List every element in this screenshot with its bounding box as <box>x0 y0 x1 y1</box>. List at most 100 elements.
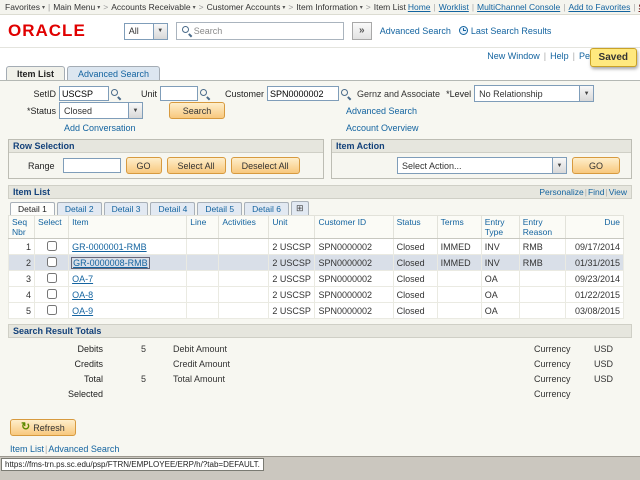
line-cell <box>186 302 220 319</box>
column-header-seq-nbr[interactable]: Seq Nbr <box>7 215 36 239</box>
separator: | <box>605 187 608 197</box>
item-action-go-button[interactable]: GO <box>572 157 620 174</box>
grid-view-link[interactable]: View <box>609 187 627 197</box>
last-search-results-label: Last Search Results <box>470 26 552 36</box>
seq-cell: 3 <box>7 270 36 287</box>
select-all-button[interactable]: Select All <box>166 157 226 174</box>
totals-currency-value: USD <box>594 373 614 384</box>
breadcrumb-item[interactable]: Accounts Receivable ▾ <box>111 2 195 12</box>
favorites-menu[interactable]: Favorites ▾ <box>5 2 45 12</box>
tab-detail-4[interactable]: Detail 4 <box>150 202 196 215</box>
level-label: *Level <box>446 88 472 99</box>
portal-link-worklist[interactable]: Worklist <box>439 2 469 12</box>
terms-cell <box>436 286 482 303</box>
breadcrumb-item[interactable]: Customer Accounts ▾ <box>207 2 286 12</box>
range-go-button[interactable]: GO <box>125 157 162 174</box>
last-search-results-link[interactable]: Last Search Results <box>458 26 552 36</box>
column-header-unit[interactable]: Unit <box>268 215 316 239</box>
select-cell <box>34 302 70 319</box>
due-cell: 01/22/2015 <box>564 286 625 303</box>
item-link[interactable]: GR-0000001-RMB <box>72 242 147 252</box>
advanced-search-link[interactable]: Advanced Search <box>346 106 417 116</box>
unit-cell: 2 USCSP <box>268 302 316 319</box>
portal-link-home[interactable]: Home <box>408 2 431 12</box>
portal-link-multichannel-console[interactable]: MultiChannel Console <box>477 2 560 12</box>
item-action-select[interactable]: Select Action... ▼ <box>397 157 567 174</box>
search-scope-select[interactable]: All ▼ <box>123 22 168 40</box>
customer-name: Gernz and Associate <box>357 88 441 99</box>
item-link[interactable]: OA-8 <box>72 290 93 300</box>
tab-detail-5[interactable]: Detail 5 <box>197 202 243 215</box>
tab-detail-1[interactable]: Detail 1 <box>10 202 55 215</box>
column-header-terms[interactable]: Terms <box>436 215 482 239</box>
global-search-input[interactable] <box>193 26 340 36</box>
utility-link-new-window[interactable]: New Window <box>487 51 540 61</box>
footer-advanced-search-link[interactable]: Advanced Search <box>48 444 119 454</box>
column-header-item[interactable]: Item <box>68 215 188 239</box>
chevron-down-icon[interactable]: ▼ <box>152 23 167 39</box>
refresh-button[interactable]: ↻ Refresh <box>10 419 76 436</box>
tab-advanced-search[interactable]: Advanced Search <box>67 66 161 80</box>
totals-label: Credits <box>74 358 103 369</box>
separator: | <box>45 444 48 454</box>
customer-input[interactable] <box>267 86 339 101</box>
unit-input[interactable] <box>160 86 198 101</box>
item-link[interactable]: GR-0000008-RMB <box>71 256 150 269</box>
breadcrumb-item[interactable]: Item List <box>374 2 406 12</box>
row-checkbox[interactable] <box>46 288 57 299</box>
tab-detail-2[interactable]: Detail 2 <box>56 202 102 215</box>
level-select[interactable]: No Relationship ▼ <box>474 85 595 102</box>
chevron-down-icon[interactable]: ▼ <box>579 86 594 101</box>
add-conversation-link[interactable]: Add Conversation <box>64 123 136 133</box>
search-button[interactable]: Search <box>169 102 225 119</box>
column-header-activities[interactable]: Activities <box>218 215 270 239</box>
range-input[interactable] <box>62 158 121 173</box>
deselect-all-button[interactable]: Deselect All <box>230 157 300 174</box>
column-header-select[interactable]: Select <box>34 215 70 239</box>
item-link[interactable]: OA-7 <box>72 274 93 284</box>
tab-item-list[interactable]: Item List <box>6 66 66 80</box>
tab-detail-3[interactable]: Detail 3 <box>103 202 149 215</box>
column-header-status[interactable]: Status <box>392 215 438 239</box>
item-link[interactable]: OA-9 <box>72 306 93 316</box>
unit-lookup-icon[interactable] <box>200 88 210 99</box>
line-cell <box>186 270 220 287</box>
setid-lookup-icon[interactable] <box>111 88 121 99</box>
breadcrumb-item[interactable]: Main Menu ▾ <box>53 2 100 12</box>
grid-personalize-link[interactable]: Personalize <box>539 187 583 197</box>
separator: | <box>572 51 575 61</box>
row-checkbox[interactable] <box>46 240 57 251</box>
search-go-button[interactable]: » <box>351 22 372 40</box>
column-header-line[interactable]: Line <box>186 215 220 239</box>
tab-detail-6[interactable]: Detail 6 <box>244 202 289 215</box>
advanced-search-header-link[interactable]: Advanced Search <box>380 26 451 36</box>
totals-currency-value: USD <box>594 358 614 369</box>
seq-cell: 4 <box>7 286 36 303</box>
range-label: Range <box>28 160 55 171</box>
setid-input[interactable] <box>59 86 109 101</box>
customer-lookup-icon[interactable] <box>341 88 351 99</box>
utility-link-help[interactable]: Help <box>550 51 569 61</box>
account-overview-link[interactable]: Account Overview <box>346 123 419 133</box>
footer-item-list-link[interactable]: Item List <box>10 444 44 454</box>
breadcrumb: Favorites ▾ | Main Menu ▾ > Accounts Receivabl… <box>5 2 406 12</box>
activities-cell <box>218 238 270 255</box>
column-header-entry-type[interactable]: Entry Type <box>480 215 520 239</box>
breadcrumb-item[interactable]: Item Information ▾ <box>296 2 362 12</box>
column-header-due[interactable]: Due <box>564 215 625 239</box>
footer-links: Item List|Advanced Search <box>8 444 632 454</box>
chevron-down-icon[interactable]: ▼ <box>552 158 566 173</box>
grid-find-link[interactable]: Find <box>588 187 605 197</box>
chevron-down-icon[interactable]: ▼ <box>128 103 142 118</box>
column-header-entry-reason[interactable]: Entry Reason <box>518 215 566 239</box>
select-cell <box>34 238 70 255</box>
row-checkbox[interactable] <box>46 256 57 267</box>
group-box-row: Row Selection Range GO Select All Desele… <box>8 139 632 179</box>
column-header-customer-id[interactable]: Customer ID <box>314 215 394 239</box>
status-select[interactable]: Closed ▼ <box>59 102 143 119</box>
row-checkbox[interactable] <box>46 304 57 315</box>
show-all-columns-icon[interactable]: ⊞ <box>290 201 309 215</box>
row-checkbox[interactable] <box>46 272 57 283</box>
portal-link-add-to-favorites[interactable]: Add to Favorites <box>568 2 630 12</box>
totals-row: Total 5 Total Amount Currency USD <box>8 371 632 386</box>
